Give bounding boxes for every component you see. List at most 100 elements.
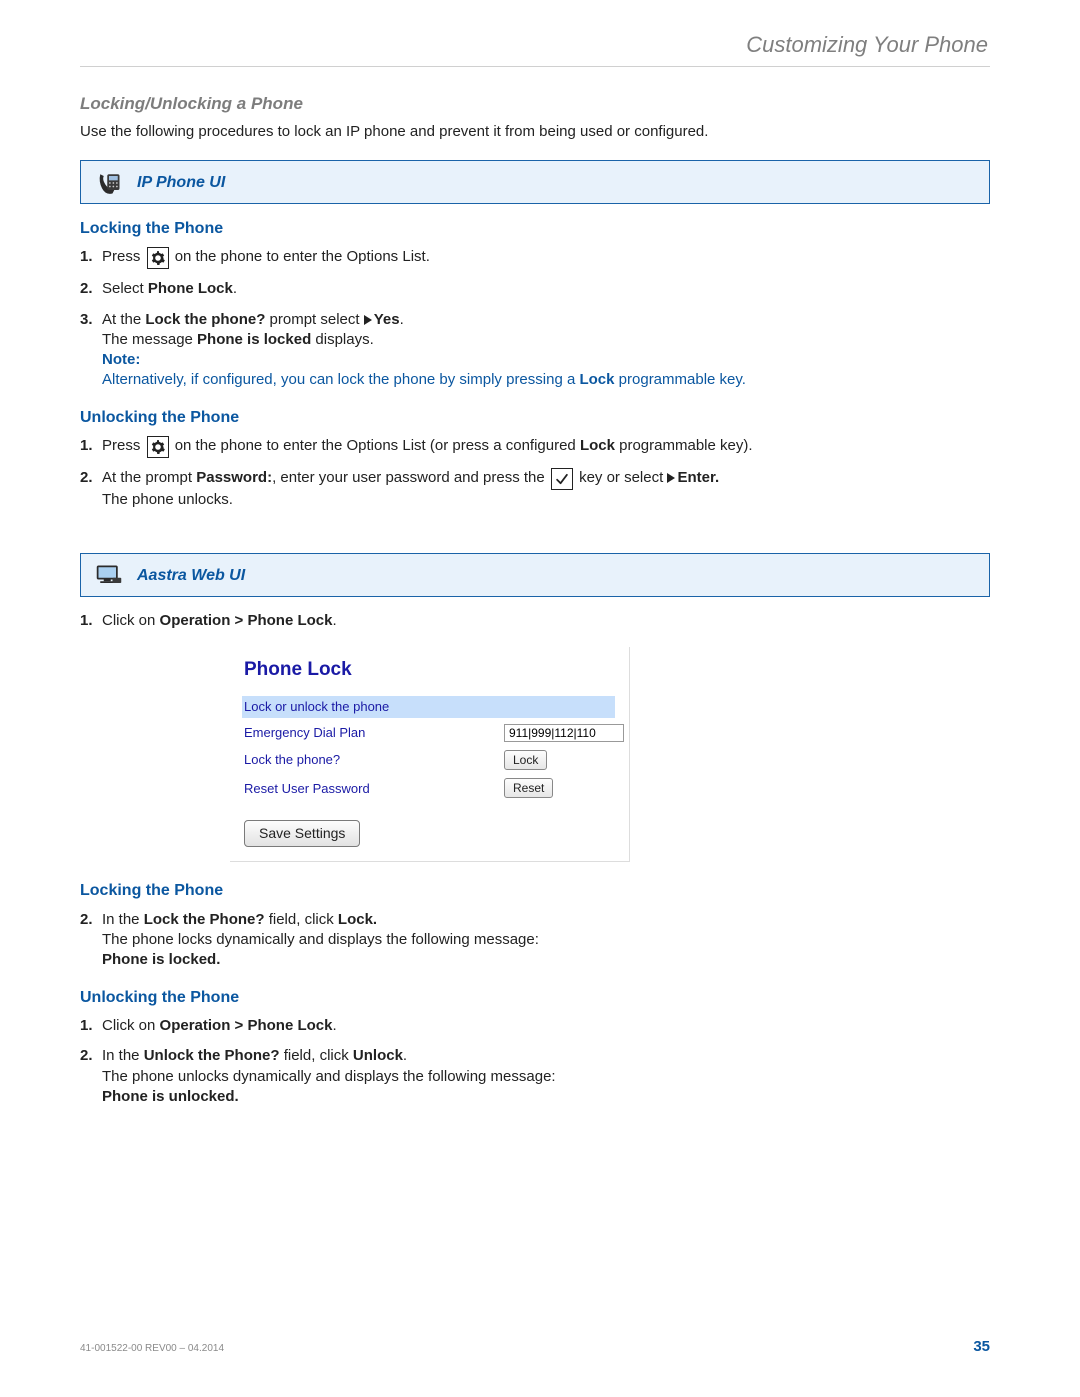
step-text: Press xyxy=(102,248,145,265)
step-text: The phone unlocks dynamically and displa… xyxy=(102,1068,556,1085)
page-header: Customizing Your Phone xyxy=(80,30,990,60)
reset-button[interactable]: Reset xyxy=(504,778,553,798)
section-title: Locking/Unlocking a Phone xyxy=(80,93,990,116)
phone-lock-panel: Phone Lock Lock or unlock the phone Emer… xyxy=(230,647,630,862)
triangle-right-icon xyxy=(364,315,372,325)
note-text: programmable key. xyxy=(615,371,746,388)
step-text: programmable key). xyxy=(615,437,753,454)
page-number: 35 xyxy=(973,1337,990,1357)
step-text: field, click xyxy=(280,1047,353,1064)
step-bold: Unlock xyxy=(353,1047,403,1064)
step-text: At the xyxy=(102,311,145,328)
list-item: 2. In the Lock the Phone? field, click L… xyxy=(80,910,990,971)
ip-locking-steps: 1. Press on the phone to enter the Optio… xyxy=(80,247,990,390)
dial-plan-label: Emergency Dial Plan xyxy=(244,724,504,742)
step-text: . xyxy=(233,280,237,297)
step-number: 2. xyxy=(80,910,93,930)
step-number: 3. xyxy=(80,310,93,330)
step-bold: Yes xyxy=(374,311,400,328)
step-bold: Operation > Phone Lock xyxy=(160,612,333,629)
step-number: 1. xyxy=(80,247,93,267)
step-bold: Enter. xyxy=(677,469,719,486)
list-item: 1. Click on Operation > Phone Lock. xyxy=(80,1016,990,1036)
desk-phone-icon xyxy=(95,169,123,197)
dial-plan-input[interactable] xyxy=(504,724,624,742)
list-item: 1. Press on the phone to enter the Optio… xyxy=(80,436,990,458)
web-step1-list: 1. Click on Operation > Phone Lock. xyxy=(80,611,990,631)
web-locking-heading: Locking the Phone xyxy=(80,880,990,902)
note-body: Alternatively, if configured, you can lo… xyxy=(102,371,746,388)
lock-unlock-label: Lock or unlock the phone xyxy=(244,698,504,716)
dial-plan-row: Emergency Dial Plan xyxy=(244,724,615,742)
intro-text: Use the following procedures to lock an … xyxy=(80,122,990,142)
step-text: Click on xyxy=(102,1017,160,1034)
aastra-web-ui-band: Aastra Web UI xyxy=(80,553,990,597)
list-item: 2. At the prompt Password:, enter your u… xyxy=(80,468,990,510)
triangle-right-icon xyxy=(667,473,675,483)
lock-button[interactable]: Lock xyxy=(504,750,547,770)
step-bold: Operation > Phone Lock xyxy=(160,1017,333,1034)
list-item: 3. At the Lock the phone? prompt select … xyxy=(80,310,990,391)
header-rule xyxy=(80,66,990,67)
step-number: 2. xyxy=(80,468,93,488)
gear-key-icon xyxy=(147,247,169,269)
step-bold: Phone is locked. xyxy=(102,951,220,968)
ip-phone-ui-band: IP Phone UI xyxy=(80,160,990,204)
step-text: The phone locks dynamically and displays… xyxy=(102,931,539,948)
note-text: Alternatively, if configured, you can lo… xyxy=(102,371,579,388)
list-item: 2. In the Unlock the Phone? field, click… xyxy=(80,1046,990,1107)
step-bold: Lock. xyxy=(338,911,377,928)
list-item: 1. Click on Operation > Phone Lock. xyxy=(80,611,990,631)
step-text: At the prompt xyxy=(102,469,196,486)
step-text: on the phone to enter the Options List (… xyxy=(175,437,580,454)
step-text: Click on xyxy=(102,612,160,629)
step-number: 1. xyxy=(80,1016,93,1036)
gear-key-icon xyxy=(147,436,169,458)
step-text: on the phone to enter the Options List. xyxy=(175,248,430,265)
step-text: . xyxy=(400,311,404,328)
step-number: 1. xyxy=(80,436,93,456)
web-unlocking-steps: 1. Click on Operation > Phone Lock. 2. I… xyxy=(80,1016,990,1107)
step-bold: Lock xyxy=(580,437,615,454)
reset-password-label: Reset User Password xyxy=(244,780,504,798)
step-text: Select xyxy=(102,280,148,297)
step-number: 2. xyxy=(80,1046,93,1066)
phone-lock-title: Phone Lock xyxy=(244,657,615,683)
save-settings-button[interactable]: Save Settings xyxy=(244,820,360,847)
step-text: . xyxy=(403,1047,407,1064)
note-bold: Lock xyxy=(579,371,614,388)
monitor-icon xyxy=(95,562,123,590)
step-number: 1. xyxy=(80,611,93,631)
step-bold: Phone Lock xyxy=(148,280,233,297)
web-unlocking-heading: Unlocking the Phone xyxy=(80,987,990,1009)
page-footer: 41-001522-00 REV00 – 04.2014 35 xyxy=(80,1337,990,1357)
note-label: Note: xyxy=(102,351,140,368)
step-text: . xyxy=(332,612,336,629)
ip-unlocking-steps: 1. Press on the phone to enter the Optio… xyxy=(80,436,990,510)
step-text: prompt select xyxy=(265,311,363,328)
ip-unlocking-heading: Unlocking the Phone xyxy=(80,407,990,429)
step-text: The message xyxy=(102,331,197,348)
step-number: 2. xyxy=(80,279,93,299)
lock-phone-row: Lock the phone? Lock xyxy=(244,750,615,770)
web-locking-steps: 2. In the Lock the Phone? field, click L… xyxy=(80,910,990,971)
step-text: displays. xyxy=(311,331,374,348)
step-bold: Password: xyxy=(196,469,272,486)
lock-unlock-row: Lock or unlock the phone xyxy=(242,696,615,718)
step-bold: Unlock the Phone? xyxy=(144,1047,280,1064)
doc-id: 41-001522-00 REV00 – 04.2014 xyxy=(80,1342,224,1356)
step-bold: Lock the Phone? xyxy=(144,911,265,928)
lock-phone-label: Lock the phone? xyxy=(244,751,504,769)
step-text: Press xyxy=(102,437,145,454)
step-bold: Lock the phone? xyxy=(145,311,265,328)
step-text: In the xyxy=(102,911,144,928)
step-bold: Phone is locked xyxy=(197,331,311,348)
step-text: In the xyxy=(102,1047,144,1064)
ip-locking-heading: Locking the Phone xyxy=(80,218,990,240)
ip-phone-ui-label: IP Phone UI xyxy=(137,172,225,194)
check-key-icon xyxy=(551,468,573,490)
aastra-web-ui-label: Aastra Web UI xyxy=(137,565,245,587)
reset-password-row: Reset User Password Reset xyxy=(244,778,615,798)
step-bold: Phone is unlocked. xyxy=(102,1088,239,1105)
step-text: The phone unlocks. xyxy=(102,491,233,508)
